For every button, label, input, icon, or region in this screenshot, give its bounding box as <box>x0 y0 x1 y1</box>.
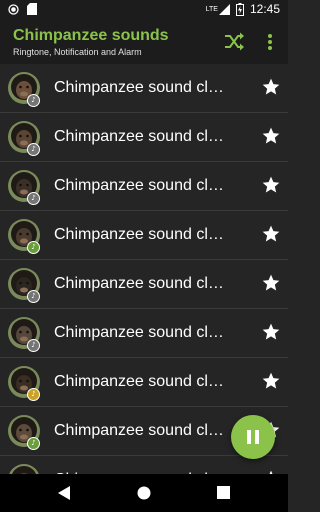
navigation-bar <box>0 474 288 512</box>
sound-title: Chimpanzee sound clip 3 <box>54 177 226 194</box>
pause-button[interactable] <box>231 415 275 459</box>
recents-button[interactable] <box>217 486 230 499</box>
sound-title: Chimpanzee sound clip 6 <box>54 324 226 341</box>
battery-icon <box>235 2 244 16</box>
shuffle-button[interactable] <box>222 31 246 53</box>
shuffle-icon <box>225 32 244 51</box>
chimpanzee-thumbnail <box>8 464 40 474</box>
sd-card-icon <box>27 3 37 15</box>
star-icon[interactable] <box>261 371 281 391</box>
sound-list: ♪ Chimpanzee sound clip 1 ♪ Chimpanzee soun… <box>0 64 288 474</box>
star-icon[interactable] <box>261 175 281 195</box>
sound-list-item[interactable]: ♪ Chimpanzee sound clip 7 <box>0 358 288 407</box>
star-icon[interactable] <box>261 126 281 146</box>
more-options-button[interactable] <box>262 31 278 53</box>
music-note-icon: ♪ <box>27 241 40 254</box>
app-title: Chimpanzee sounds <box>13 27 169 44</box>
sound-list-item[interactable]: ♪ Chimpanzee sound clip 2 <box>0 113 288 162</box>
sound-list-item[interactable]: ♪ Chimpanzee sound clip 4 <box>0 211 288 260</box>
app-subtitle: Ringtone, Notification and Alarm <box>13 47 142 57</box>
pause-icon-bar <box>255 430 259 444</box>
notification-icons <box>8 3 37 15</box>
sound-list-item[interactable]: ♪ Chimpanzee sound clip 3 <box>0 162 288 211</box>
pause-icon <box>247 430 251 444</box>
star-icon[interactable] <box>261 77 281 97</box>
sound-title: Chimpanzee sound clip 5 <box>54 275 226 292</box>
sound-list-item[interactable]: ♪Chimpanzee sound clip 9 <box>0 456 288 474</box>
back-button[interactable] <box>57 485 71 501</box>
music-note-icon: ♪ <box>27 339 40 352</box>
sound-title: Chimpanzee sound clip 1 <box>54 79 226 96</box>
sound-list-item[interactable]: ♪ Chimpanzee sound clip 1 <box>0 64 288 113</box>
music-note-icon: ♪ <box>27 388 40 401</box>
sound-title: Chimpanzee sound clip 8 <box>54 422 226 439</box>
sound-list-item[interactable]: ♪ Chimpanzee sound clip 5 <box>0 260 288 309</box>
star-icon[interactable] <box>261 224 281 244</box>
music-note-icon: ♪ <box>27 94 40 107</box>
clock: 12:45 <box>249 2 280 16</box>
home-button[interactable] <box>137 486 151 500</box>
signal-icon <box>218 3 230 15</box>
sound-title: Chimpanzee sound clip 4 <box>54 226 226 243</box>
music-note-icon: ♪ <box>27 437 40 450</box>
music-note-icon: ♪ <box>27 192 40 205</box>
app-bar: Chimpanzee sounds Ringtone, Notification… <box>0 20 288 64</box>
more-vert-icon <box>268 34 272 50</box>
star-icon[interactable] <box>261 322 281 342</box>
sound-title: Chimpanzee sound clip 2 <box>54 128 226 145</box>
status-bar: LTE 12:45 <box>0 0 288 20</box>
music-note-icon: ♪ <box>27 143 40 156</box>
star-icon[interactable] <box>261 273 281 293</box>
music-note-icon: ♪ <box>27 290 40 303</box>
sound-list-item[interactable]: ♪ Chimpanzee sound clip 6 <box>0 309 288 358</box>
sound-title: Chimpanzee sound clip 7 <box>54 373 226 390</box>
network-indicator: LTE <box>205 3 230 15</box>
record-icon <box>8 3 19 15</box>
network-type: LTE <box>205 5 218 13</box>
